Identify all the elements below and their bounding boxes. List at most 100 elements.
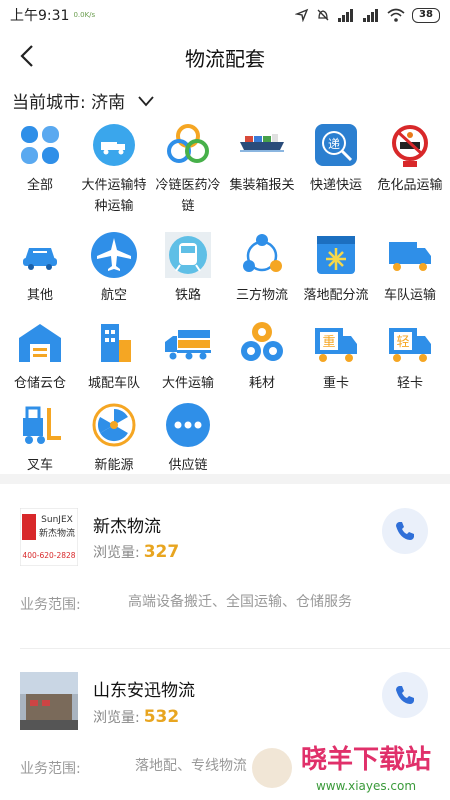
category-label: 耗材	[248, 376, 275, 391]
company-card[interactable]: SunJEX 新杰物流 400-620-2828 新杰物流 浏览量: 327 业务…	[0, 484, 450, 650]
category-forklift[interactable]: 叉车	[3, 400, 77, 476]
category-label: 仓储云仓	[13, 376, 66, 391]
category-last-mile[interactable]: 落地配分流	[299, 230, 373, 306]
phone-icon	[396, 522, 414, 540]
category-new-energy[interactable]: 新能源	[77, 400, 151, 476]
svg-text:轻: 轻	[396, 335, 409, 350]
views-number: 327	[143, 542, 180, 562]
svg-text:www.xiayes.com: www.xiayes.com	[316, 779, 416, 793]
category-railway[interactable]: 铁路	[151, 230, 225, 306]
category-label: 大件运输特种运输	[81, 178, 147, 214]
category-heavy-special[interactable]: 大件运输特种运输	[77, 120, 151, 217]
category-label: 供应链	[168, 458, 208, 473]
category-aviation[interactable]: 航空	[77, 230, 151, 306]
category-label: 车队运输	[383, 288, 436, 303]
category-cold-chain[interactable]: 冷链医药冷链	[151, 120, 225, 217]
snowflake-box-icon	[317, 236, 355, 274]
battery-indicator: 38	[412, 7, 440, 23]
page-title: 物流配套	[185, 47, 265, 71]
city-selector[interactable]: 当前城市: 济南	[12, 88, 155, 113]
company-name: 新杰物流	[93, 517, 161, 537]
network-nodes-icon	[243, 234, 282, 272]
heavy-truck-icon: 重	[315, 328, 357, 362]
network-speed: 0.0K/s	[73, 11, 96, 19]
category-label: 重卡	[322, 376, 349, 391]
scope-label: 业务范围:	[20, 761, 81, 777]
car-wrench-icon	[23, 248, 57, 270]
box-truck-icon	[389, 242, 431, 271]
svg-text:晓羊下载站: 晓羊下载站	[301, 744, 431, 775]
category-warehouse[interactable]: 仓储云仓	[3, 318, 77, 394]
category-label: 集装箱报关	[229, 178, 295, 193]
cargo-truck-icon	[165, 330, 211, 360]
category-label: 叉车	[26, 458, 53, 473]
call-button[interactable]	[382, 508, 428, 554]
category-label: 其他	[26, 288, 53, 303]
phone-icon	[396, 686, 414, 704]
category-other[interactable]: 其他	[3, 230, 77, 306]
company-logo: SunJEX 新杰物流 400-620-2828	[20, 508, 78, 566]
category-container[interactable]: 集装箱报关	[225, 120, 299, 196]
site-watermark: 晓羊下载站 www.xiayes.com	[246, 738, 446, 798]
svg-text:400-620-2828: 400-620-2828	[22, 551, 75, 560]
status-bar: 上午9:31 0.0K/s 38	[0, 0, 450, 30]
company-logo	[20, 672, 78, 730]
view-count: 浏览量: 532	[93, 707, 179, 727]
category-label: 三方物流	[235, 288, 288, 303]
call-button[interactable]	[382, 672, 428, 718]
chevron-down-icon	[138, 95, 154, 106]
cold-chain-rings-icon	[167, 124, 209, 163]
container-ship-icon	[240, 134, 284, 152]
express-search-icon: 递	[315, 124, 357, 166]
category-light-truck[interactable]: 轻 轻卡	[373, 318, 447, 394]
airplane-icon	[91, 232, 137, 278]
train-icon	[165, 232, 211, 278]
city-label: 当前城市: 济南	[12, 93, 126, 113]
category-all[interactable]: 全部	[3, 120, 77, 196]
signal-hd-icon	[363, 9, 378, 22]
status-time: 上午9:31	[10, 8, 70, 24]
forklift-icon	[23, 406, 61, 444]
category-third-party[interactable]: 三方物流	[225, 230, 299, 306]
views-number: 532	[143, 707, 180, 727]
pipe-rolls-icon	[241, 322, 283, 361]
app-header: 物流配套	[0, 34, 450, 78]
light-truck-icon: 轻	[389, 328, 431, 362]
category-express[interactable]: 递 快递快运	[299, 120, 373, 196]
category-hazardous[interactable]: 危化品运输	[373, 120, 447, 196]
category-large-cargo[interactable]: 大件运输	[151, 318, 225, 394]
category-label: 轻卡	[396, 376, 423, 391]
svg-text:新杰物流: 新杰物流	[39, 527, 75, 539]
svg-text:递: 递	[328, 137, 340, 151]
mute-bell-icon	[317, 9, 329, 21]
category-consumables[interactable]: 耗材	[225, 318, 299, 394]
section-divider	[0, 474, 450, 484]
category-label: 落地配分流	[303, 288, 369, 303]
signal-icon	[338, 9, 353, 22]
city-building-icon	[101, 324, 131, 362]
hazard-sign-icon	[392, 125, 428, 167]
views-label: 浏览量:	[93, 545, 140, 561]
svg-text:SunJEX: SunJEX	[41, 515, 73, 525]
warehouse-icon	[19, 324, 61, 362]
four-petal-icon	[21, 126, 59, 164]
svg-text:重: 重	[322, 334, 335, 350]
more-dots-icon	[166, 403, 210, 447]
category-label: 城配车队	[87, 376, 140, 391]
truck-circle-icon	[93, 124, 135, 166]
view-count: 浏览量: 327	[93, 542, 179, 562]
category-label: 铁路	[174, 288, 201, 303]
category-supply-chain[interactable]: 供应链	[151, 400, 225, 476]
category-fleet[interactable]: 车队运输	[373, 230, 447, 306]
category-label: 新能源	[94, 458, 134, 473]
category-city-fleet[interactable]: 城配车队	[77, 318, 151, 394]
category-heavy-truck[interactable]: 重 重卡	[299, 318, 373, 394]
card-divider	[20, 648, 450, 649]
category-label: 冷链医药冷链	[155, 178, 221, 214]
company-name: 山东安迅物流	[93, 681, 195, 701]
scope-text: 高端设备搬迁、全国运输、仓储服务	[128, 594, 352, 610]
location-icon	[295, 8, 309, 22]
category-label: 大件运输	[161, 376, 214, 391]
category-label: 快递快运	[309, 178, 362, 193]
views-label: 浏览量:	[93, 710, 140, 726]
